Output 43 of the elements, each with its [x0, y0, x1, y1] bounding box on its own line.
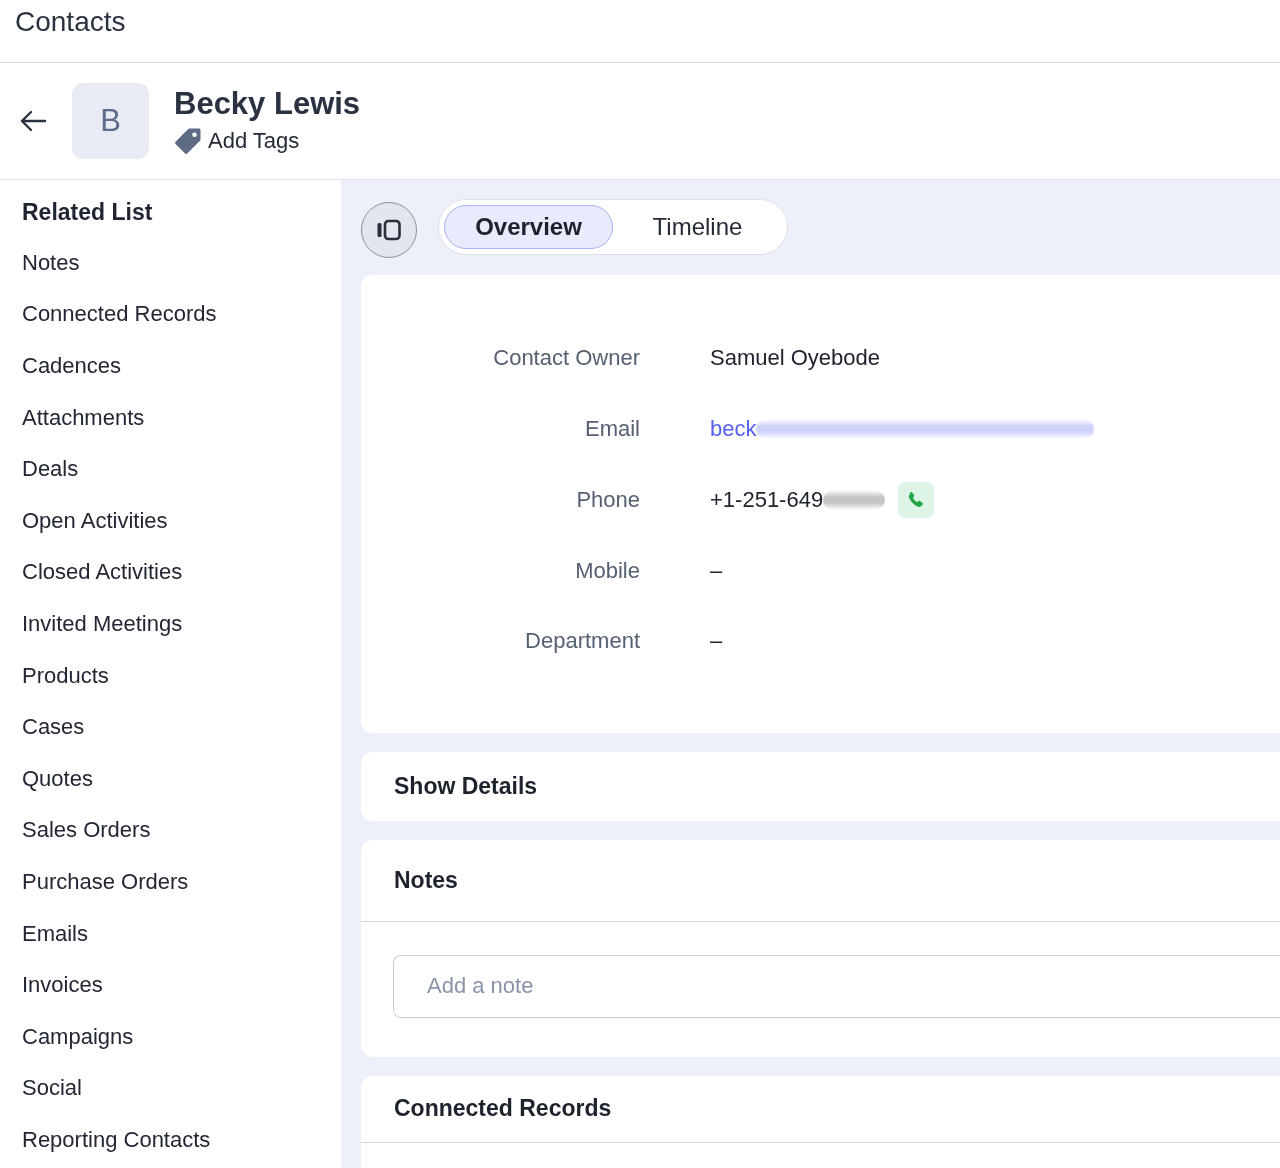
- field-label: Department: [525, 628, 640, 655]
- field-value: –: [710, 557, 723, 584]
- related-list-item[interactable]: Campaigns: [22, 1022, 134, 1051]
- section-title: Notes: [394, 866, 458, 894]
- contact-name: Becky Lewis: [174, 85, 361, 123]
- related-list-item[interactable]: Reporting Contacts: [22, 1125, 211, 1154]
- field-value: Samuel Oyebode: [710, 345, 880, 372]
- section-title[interactable]: Show Details: [394, 772, 538, 800]
- avatar: B: [72, 83, 149, 159]
- related-list-item[interactable]: Social: [22, 1074, 82, 1103]
- related-list-item[interactable]: Closed Activities: [22, 558, 183, 587]
- related-list-item[interactable]: Notes: [22, 248, 80, 277]
- related-list-item[interactable]: Sales Orders: [22, 816, 151, 845]
- page-title: Contacts: [15, 5, 126, 39]
- field-value: –: [710, 628, 723, 655]
- related-list-item[interactable]: Attachments: [22, 403, 145, 432]
- add-tags-link[interactable]: Add Tags: [174, 127, 361, 155]
- note-input[interactable]: Add a note: [393, 954, 1280, 1018]
- related-list-item[interactable]: Emails: [22, 919, 88, 948]
- field-label: Email: [585, 416, 640, 443]
- related-list-item[interactable]: Connected Records: [22, 300, 217, 329]
- view-tab[interactable]: Timeline: [613, 205, 782, 249]
- tag-icon: [174, 127, 202, 155]
- field-label: Phone: [576, 486, 640, 513]
- related-list-item[interactable]: Cadences: [22, 352, 122, 380]
- related-list-item[interactable]: Purchase Orders: [22, 867, 189, 896]
- related-list-item[interactable]: Cases: [22, 713, 85, 742]
- related-list-item[interactable]: Invited Meetings: [22, 609, 183, 638]
- phone-number: +1-251-649: [710, 486, 824, 513]
- related-list-heading: Related List: [22, 198, 153, 227]
- panel-toggle-button[interactable]: [361, 202, 417, 258]
- related-list-item[interactable]: Products: [22, 661, 109, 690]
- related-list-item[interactable]: Invoices: [22, 971, 103, 1000]
- related-list-item[interactable]: Deals: [22, 455, 79, 484]
- section-title: Connected Records: [394, 1095, 612, 1123]
- related-list-item[interactable]: Quotes: [22, 764, 93, 793]
- related-list-item[interactable]: Open Activities: [22, 506, 168, 535]
- back-arrow-icon[interactable]: [19, 109, 47, 133]
- field-label: Mobile: [575, 557, 640, 584]
- view-tab[interactable]: Overview: [444, 205, 613, 249]
- email-link[interactable]: beck: [710, 416, 757, 443]
- panel-toggle-icon: [377, 219, 401, 241]
- field-label: Contact Owner: [493, 345, 640, 372]
